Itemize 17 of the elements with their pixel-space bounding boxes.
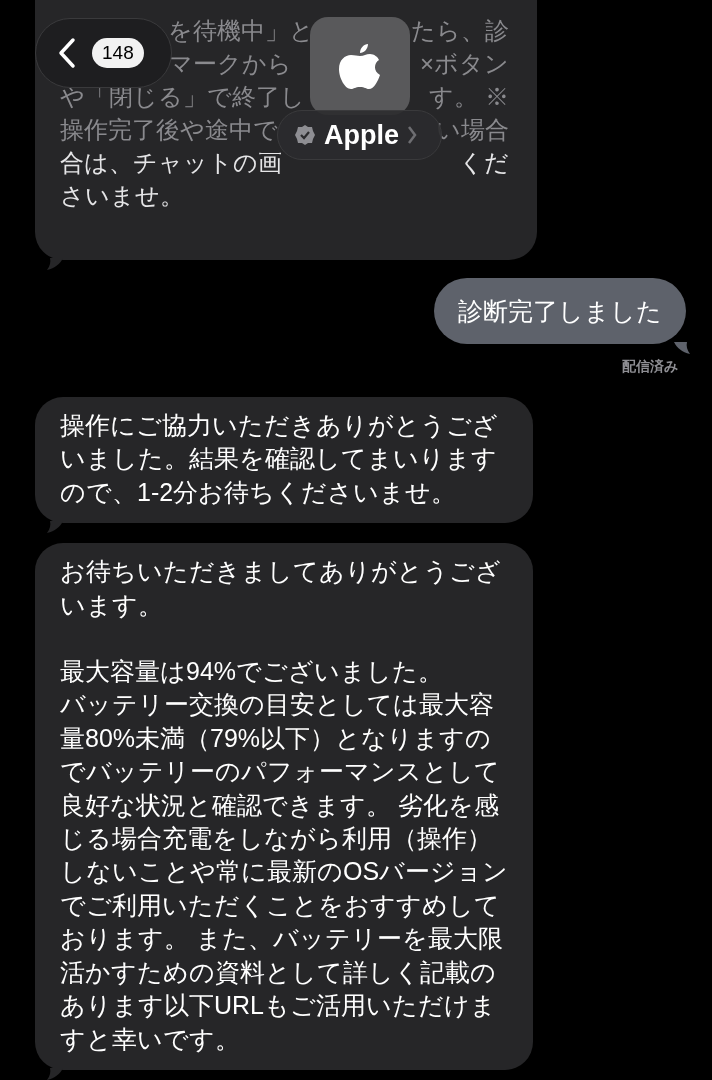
delivery-status: 配信済み [622,357,678,376]
unread-count-badge: 148 [92,38,144,68]
message-text: バッテリー交換の目安としては最大容量80%未満（79%以下）となりますのでバッテリーのパフォーマンスとして良好な状況と確認できます。 劣化を感じる場合充電をしながら利用（操作）しないことや常に最新のOSバージョンでご利用いただくことをおすすめしております。 また、バッテリーを最大限活かすための資料として詳しく記載のあります以下URLもご活用いただけますと幸いです。 [60,689,510,1055]
apple-icon [339,41,381,91]
message-text: す。 ※ [429,81,509,112]
message-text: たら、診 [411,15,509,46]
message-text: くだ [459,147,509,178]
message-text: 診断完了しました [458,297,662,325]
message-text: ×ボタン [420,48,509,79]
message-text: 操作完了後や途中で [60,114,278,145]
chevron-right-icon [407,125,417,145]
message-text: さいませ。 [60,180,184,211]
message-text: お待ちいただきましてありがとうございます。 [60,556,502,621]
bubble-tail-icon [674,342,690,354]
chevron-left-icon [58,37,76,69]
message-text: 最大容量は94%でございました。 [60,656,445,688]
message-text: 操作にご協力いただきありがとうございました。結果を確認してまいりますので、1-2分お待ちくださいませ。 [60,410,499,508]
